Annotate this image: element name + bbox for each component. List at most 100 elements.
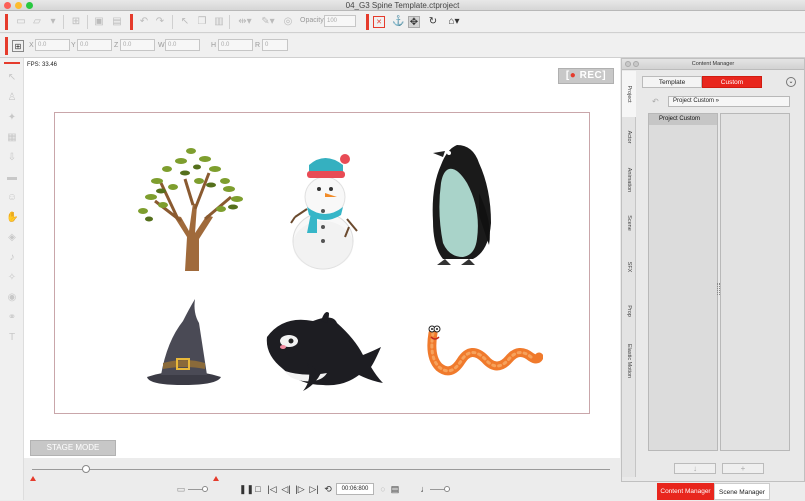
panel-close-button[interactable]	[625, 61, 631, 67]
home-icon[interactable]: ⌂▾	[446, 16, 462, 28]
pointer-icon[interactable]: ↖	[6, 72, 18, 84]
face-icon[interactable]: ☺	[6, 192, 18, 204]
visibility-icon[interactable]: ◎	[282, 16, 294, 28]
effect-icon[interactable]: ✧	[6, 272, 18, 284]
motion-icon[interactable]: ⇩	[6, 152, 18, 164]
timecode-field[interactable]: 00:06:800	[336, 483, 374, 495]
last-frame-icon[interactable]: ▷|	[309, 484, 319, 494]
prop-icon[interactable]: ◈	[6, 232, 18, 244]
save-icon[interactable]: ▾	[47, 16, 59, 28]
back-icon[interactable]: ↶	[652, 97, 659, 106]
x-field[interactable]: 0.0	[35, 39, 70, 51]
speed-slider-knob[interactable]	[202, 486, 208, 492]
move-icon[interactable]: ✥	[408, 16, 420, 28]
link-icon[interactable]: ⚭	[6, 312, 18, 324]
tab-template[interactable]: Template	[642, 76, 702, 88]
stop-icon[interactable]: □	[253, 484, 263, 494]
stage-canvas[interactable]: FPS: 33.46 [● REC] STAGE MODE	[24, 58, 620, 458]
rec-button[interactable]: [● REC]	[558, 68, 614, 84]
pause-icon[interactable]: ❚❚	[239, 484, 254, 494]
align-icon[interactable]: ⇹▾	[236, 16, 254, 28]
bone-icon[interactable]: ✦	[6, 112, 18, 124]
h-field[interactable]: 0.0	[218, 39, 253, 51]
folder-item-project-custom[interactable]: Project Custom	[649, 114, 717, 125]
tab-actor[interactable]: Actor	[622, 117, 636, 157]
volume-icon[interactable]: ♩	[420, 484, 430, 494]
options-icon[interactable]: ⌄	[786, 77, 796, 87]
tab-sfx[interactable]: SFX	[622, 247, 636, 287]
tab-project[interactable]: Project	[622, 71, 636, 117]
record-icon[interactable]: ○	[378, 484, 388, 494]
window-title: 04_G3 Spine Template.ctproject	[345, 1, 460, 10]
new-file-icon[interactable]: ▭	[15, 16, 27, 28]
actor-icon[interactable]: ♙	[6, 92, 18, 104]
witch-hat-prop[interactable]	[143, 299, 225, 389]
stage-area[interactable]	[54, 112, 590, 414]
rotate-icon[interactable]: ↻	[427, 16, 439, 28]
layer-icon[interactable]: ▦	[6, 132, 18, 144]
range-end-marker[interactable]	[213, 476, 219, 481]
loop-icon[interactable]: ⟲	[323, 484, 333, 494]
content-grid[interactable]	[720, 113, 790, 451]
timeline-track[interactable]	[32, 469, 610, 470]
puppet-icon[interactable]: ✋	[6, 212, 18, 224]
worm-prop[interactable]	[427, 323, 543, 379]
tab-scene-manager[interactable]: Scene Manager	[714, 483, 770, 500]
film-icon[interactable]: ▤	[390, 484, 400, 494]
tab-content-manager[interactable]: Content Manager	[657, 483, 714, 500]
speed-icon[interactable]: ▭	[176, 484, 186, 494]
path-breadcrumb[interactable]: Project Custom »	[668, 96, 790, 107]
tab-scene[interactable]: Scene	[622, 203, 636, 243]
panel-splitter[interactable]	[717, 283, 720, 295]
stage-mode-button[interactable]: STAGE MODE	[30, 440, 116, 456]
folder-tree[interactable]: Project Custom	[648, 113, 718, 451]
zoom-window-button[interactable]	[26, 2, 33, 9]
penguin-prop[interactable]	[427, 143, 497, 269]
camera-icon[interactable]: ✕	[373, 16, 385, 28]
left-toolbar-grip	[4, 62, 20, 64]
z-field[interactable]: 0.0	[120, 39, 155, 51]
panel-minimize-button[interactable]	[633, 61, 639, 67]
volume-slider-knob[interactable]	[444, 486, 450, 492]
tab-elastic-motion[interactable]: Elastic Motion	[622, 335, 636, 387]
left-toolbar: ↖ ♙ ✦ ▦ ⇩ ▬ ☺ ✋ ◈ ♪ ✧ ◉ ⚭ T	[0, 58, 24, 500]
orca-prop[interactable]	[263, 311, 385, 401]
select-icon[interactable]: ↖	[179, 16, 191, 28]
import-icon[interactable]: ⊞	[70, 16, 82, 28]
tab-custom[interactable]: Custom	[702, 76, 762, 88]
undo-icon[interactable]: ↶	[138, 16, 150, 28]
delete-icon[interactable]: ▥	[213, 16, 225, 28]
previous-frame-icon[interactable]: ◁|	[281, 484, 291, 494]
library-tabs: Template Custom ⌄	[640, 76, 800, 89]
first-frame-icon[interactable]: |◁	[267, 484, 277, 494]
paint-icon[interactable]: ✎▾	[259, 16, 277, 28]
tab-prop[interactable]: Prop	[622, 291, 636, 331]
add-button[interactable]: +	[722, 463, 764, 474]
w-field[interactable]: 0.0	[165, 39, 200, 51]
camera-tool-icon[interactable]: ◉	[6, 292, 18, 304]
tab-animation[interactable]: Animation	[622, 157, 636, 203]
r-field[interactable]: 0	[262, 39, 288, 51]
timeline-icon[interactable]: ▬	[6, 172, 18, 184]
sound-icon[interactable]: ♪	[6, 252, 18, 264]
timeline-scrubber[interactable]	[82, 465, 90, 473]
x-label: X	[29, 42, 34, 49]
y-field[interactable]: 0.0	[77, 39, 112, 51]
redo-icon[interactable]: ↷	[154, 16, 166, 28]
close-window-button[interactable]	[4, 2, 11, 9]
snowman-prop[interactable]	[287, 147, 359, 271]
tree-prop[interactable]	[133, 139, 245, 271]
download-button[interactable]: ↓	[674, 463, 716, 474]
render-icon[interactable]: ▣	[93, 16, 105, 28]
anchor-icon[interactable]: ⚓	[392, 16, 404, 28]
opacity-field[interactable]: 100	[324, 15, 356, 27]
minimize-window-button[interactable]	[15, 2, 22, 9]
transform-grid-icon[interactable]: ⊞	[12, 40, 24, 52]
export-icon[interactable]: ▤	[111, 16, 123, 28]
next-frame-icon[interactable]: |▷	[295, 484, 305, 494]
open-file-icon[interactable]: ▱	[31, 16, 43, 28]
range-start-marker[interactable]	[30, 476, 36, 481]
rec-label: REC	[579, 70, 603, 81]
text-icon[interactable]: T	[6, 332, 18, 344]
copy-icon[interactable]: ❐	[196, 16, 208, 28]
